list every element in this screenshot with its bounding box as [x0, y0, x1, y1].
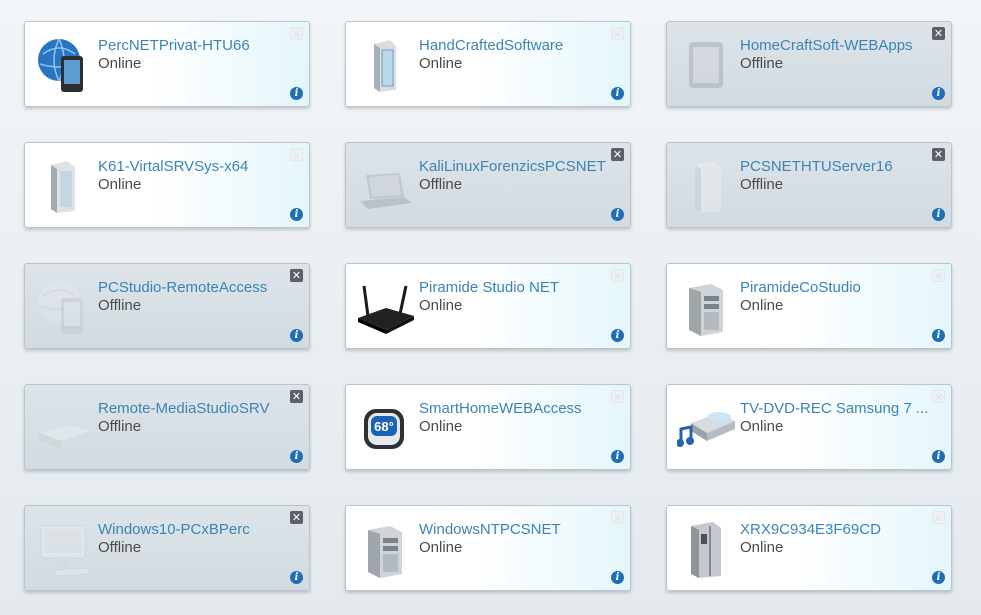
device-card[interactable]: 68° SmartHomeWEBAccess Online ✕ i [345, 384, 631, 470]
device-name[interactable]: KaliLinuxForenzicsPCSNET [419, 158, 624, 175]
close-icon[interactable]: ✕ [932, 390, 945, 404]
info-icon[interactable]: i [932, 208, 945, 221]
close-icon[interactable]: ✕ [290, 27, 303, 41]
device-status: Online [98, 176, 142, 193]
device-status: Online [419, 539, 463, 556]
device-name[interactable]: Piramide Studio NET [419, 279, 624, 296]
device-card[interactable]: Remote-MediaStudioSRV Offline ✕ i [24, 384, 310, 470]
device-status: Offline [98, 539, 142, 556]
device-status: Online [98, 55, 142, 72]
device-name[interactable]: Remote-MediaStudioSRV [98, 400, 303, 417]
phone-globe-icon [35, 36, 93, 94]
device-card[interactable]: PiramideCoStudio Online ✕ i [666, 263, 952, 349]
close-icon[interactable]: ✕ [611, 269, 624, 283]
device-card[interactable]: HandCraftedSoftware Online ✕ i [345, 21, 631, 107]
tablet-icon [677, 36, 735, 94]
media-box-icon [35, 399, 93, 457]
close-icon[interactable]: ✕ [290, 148, 303, 162]
device-card[interactable]: KaliLinuxForenzicsPCSNET Offline ✕ i [345, 142, 631, 228]
device-card[interactable]: PercNETPrivat-HTU66 Online ✕ i [24, 21, 310, 107]
tower-pc-icon [677, 278, 735, 336]
laptop-icon [356, 157, 414, 215]
device-name[interactable]: Windows10-PCxBPerc [98, 521, 303, 538]
device-card[interactable]: K61-VirtalSRVSys-x64 Online ✕ i [24, 142, 310, 228]
device-card[interactable]: PCSNETHTUServer16 Offline ✕ i [666, 142, 952, 228]
info-icon[interactable]: i [611, 571, 624, 584]
router-icon [356, 278, 414, 336]
close-icon[interactable]: ✕ [611, 390, 624, 404]
device-status: Online [740, 539, 784, 556]
device-card[interactable]: XRX9C934E3F69CD Online ✕ i [666, 505, 952, 591]
device-name[interactable]: PiramideCoStudio [740, 279, 945, 296]
info-icon[interactable]: i [932, 571, 945, 584]
device-name[interactable]: TV-DVD-REC Samsung 7 ... [740, 400, 945, 417]
media-player-icon [676, 399, 735, 457]
phone-globe-icon [35, 278, 93, 336]
server-icon [356, 36, 414, 94]
device-status: Offline [740, 176, 784, 193]
device-status: Offline [98, 297, 142, 314]
thermostat-icon: 68° [356, 399, 414, 457]
device-status: Offline [740, 55, 784, 72]
device-card[interactable]: PCStudio-RemoteAccess Offline ✕ i [24, 263, 310, 349]
device-card[interactable]: HomeCraftSoft-WEBApps Offline ✕ i [666, 21, 952, 107]
close-icon[interactable]: ✕ [611, 511, 624, 525]
device-name[interactable]: PercNETPrivat-HTU66 [98, 37, 303, 54]
imac-icon [35, 520, 93, 578]
device-grid: PercNETPrivat-HTU66 Online ✕ i HandCraft… [0, 0, 981, 615]
device-name[interactable]: SmartHomeWEBAccess [419, 400, 624, 417]
device-status: Online [740, 297, 784, 314]
server-icon [35, 157, 93, 215]
server-icon [677, 157, 735, 215]
svg-text:68°: 68° [374, 419, 394, 434]
device-status: Online [740, 418, 784, 435]
close-icon[interactable]: ✕ [611, 148, 624, 161]
device-status: Offline [419, 176, 463, 193]
info-icon[interactable]: i [611, 87, 624, 100]
device-name[interactable]: PCSNETHTUServer16 [740, 158, 945, 175]
info-icon[interactable]: i [290, 329, 303, 342]
close-icon[interactable]: ✕ [290, 390, 303, 403]
device-status: Online [419, 55, 463, 72]
info-icon[interactable]: i [932, 329, 945, 342]
close-icon[interactable]: ✕ [932, 269, 945, 283]
device-name[interactable]: HandCraftedSoftware [419, 37, 624, 54]
device-card[interactable]: TV-DVD-REC Samsung 7 ... Online ✕ i [666, 384, 952, 470]
info-icon[interactable]: i [611, 329, 624, 342]
close-icon[interactable]: ✕ [290, 511, 303, 524]
device-card[interactable]: Windows10-PCxBPerc Offline ✕ i [24, 505, 310, 591]
device-card[interactable]: Piramide Studio NET Online ✕ i [345, 263, 631, 349]
device-name[interactable]: PCStudio-RemoteAccess [98, 279, 303, 296]
close-icon[interactable]: ✕ [290, 269, 303, 282]
close-icon[interactable]: ✕ [932, 148, 945, 161]
device-name[interactable]: K61-VirtalSRVSys-x64 [98, 158, 303, 175]
info-icon[interactable]: i [290, 450, 303, 463]
close-icon[interactable]: ✕ [932, 511, 945, 525]
device-card[interactable]: WindowsNTPCSNET Online ✕ i [345, 505, 631, 591]
info-icon[interactable]: i [932, 450, 945, 463]
fridge-icon [677, 520, 735, 578]
tower-pc-icon [356, 520, 414, 578]
device-name[interactable]: WindowsNTPCSNET [419, 521, 624, 538]
close-icon[interactable]: ✕ [932, 27, 945, 40]
info-icon[interactable]: i [290, 208, 303, 221]
close-icon[interactable]: ✕ [611, 27, 624, 41]
device-name[interactable]: XRX9C934E3F69CD [740, 521, 945, 538]
info-icon[interactable]: i [932, 87, 945, 100]
device-status: Online [419, 297, 463, 314]
info-icon[interactable]: i [611, 208, 624, 221]
info-icon[interactable]: i [290, 571, 303, 584]
device-name[interactable]: HomeCraftSoft-WEBApps [740, 37, 945, 54]
info-icon[interactable]: i [290, 87, 303, 100]
device-status: Offline [98, 418, 142, 435]
info-icon[interactable]: i [611, 450, 624, 463]
device-status: Online [419, 418, 463, 435]
